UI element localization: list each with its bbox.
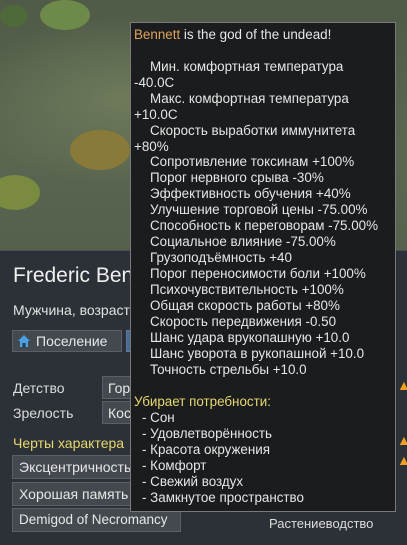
stat-line: +80%	[134, 139, 169, 154]
stat-line: Психочувствительность +100%	[150, 282, 344, 297]
tooltip-title-rest: is the god of the undead!	[180, 27, 332, 42]
trait-good-memory[interactable]: Хорошая память	[12, 482, 132, 506]
stat-line: Социальное влияние -75.00%	[150, 234, 336, 249]
stat-line: Общая скорость работы +80%	[150, 298, 340, 313]
tree-canopy	[0, 175, 40, 210]
backstory-adulthood-label: Зрелость	[13, 405, 74, 421]
stat-line: Точность стрельбы +10.0	[150, 362, 307, 377]
flame-icon: ▲	[397, 452, 407, 468]
removed-need: - Комфорт	[142, 458, 207, 473]
stat-line: Шанс уворота в рукопашной +10.0	[150, 346, 365, 361]
home-icon	[18, 335, 30, 347]
removed-need: - Сон	[142, 410, 175, 425]
stat-line: Макс. комфортная температура	[150, 91, 349, 106]
stat-line: Порог переносимости боли +100%	[150, 266, 366, 281]
settlement-label: Поселение	[36, 333, 108, 349]
traits-header: Черты характера	[13, 435, 125, 451]
stat-line: Скорость выработки иммунитета	[150, 123, 356, 138]
stat-line: Грузоподъёмность +40	[150, 250, 292, 265]
removed-needs-header: Убирает потребности:	[134, 394, 271, 409]
stat-line: Мин. комфортная температура	[150, 59, 344, 74]
removed-need: - Удовлетворённость	[142, 426, 273, 441]
stat-line: Сопротивление токсинам +100%	[150, 154, 355, 169]
character-description: Мужчина, возраст	[13, 302, 130, 318]
character-name: Frederic Ben	[13, 264, 134, 287]
stat-line: Порог нервного срыва -30%	[150, 170, 324, 185]
tooltip-title: Bennett is the god of the undead!	[134, 27, 331, 42]
stat-line: Эффективность обучения +40%	[150, 186, 351, 201]
tree-canopy	[40, 0, 90, 30]
flame-icon: ▲	[397, 377, 407, 393]
tree-canopy	[0, 5, 28, 27]
stat-line: -40.0C	[134, 75, 175, 90]
removed-need: - Красота окружения	[142, 442, 271, 457]
flame-icon: ▲	[397, 432, 407, 448]
tree-canopy	[70, 130, 130, 170]
stat-line: Скорость передвижения -0.50	[150, 314, 337, 329]
god-name: Bennett	[134, 27, 181, 42]
stat-line: Способность к переговорам -75.00%	[150, 218, 379, 233]
trait-eccentric[interactable]: Эксцентричность	[12, 455, 132, 479]
stat-line: +10.0C	[134, 107, 178, 122]
backstory-childhood-value[interactable]: Гор	[102, 376, 132, 399]
skill-farming-label: Растениеводство	[269, 516, 374, 531]
stat-line: Шанс удара врукопашную +10.0	[150, 330, 350, 345]
stat-line: Улучшение торговой цены -75.00%	[150, 202, 368, 217]
removed-need: - Замкнутое пространство	[142, 490, 304, 505]
backstory-adulthood-value[interactable]: Кос	[102, 401, 132, 424]
backstory-childhood-label: Детство	[13, 380, 65, 396]
removed-need: - Свежий воздух	[142, 474, 244, 489]
settlement-button[interactable]: Поселение	[12, 330, 122, 352]
